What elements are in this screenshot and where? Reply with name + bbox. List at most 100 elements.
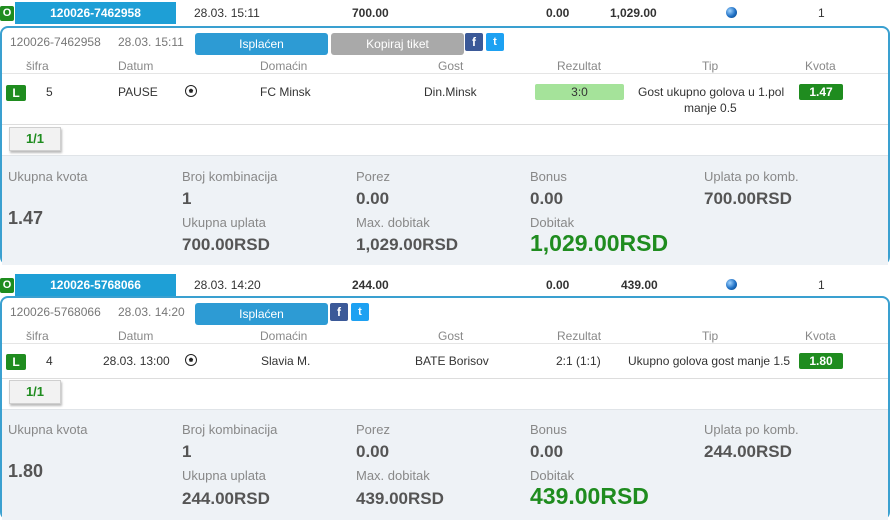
bonus-value: 0.00 <box>530 442 564 461</box>
match-away: BATE Borisov <box>415 354 489 368</box>
win-value: 439.00RSD <box>530 483 649 509</box>
col-date: Datum <box>118 59 154 73</box>
twitter-icon[interactable]: t <box>486 33 504 51</box>
max-win-value: 439.00RSD <box>356 489 444 508</box>
detail-header: 120026-7462958 28.03. 15:11 Isplaćen Kop… <box>2 28 888 58</box>
soccer-ball-icon <box>185 85 197 97</box>
paid-button[interactable]: Isplaćen <box>195 303 328 325</box>
pagination-indicator[interactable]: 1/1 <box>9 127 61 151</box>
total-stake-label: Ukupna uplata <box>182 468 266 483</box>
globe-icon <box>726 7 737 18</box>
max-win-label: Max. dobitak <box>356 468 430 483</box>
ticket-zero-value: 0.00 <box>546 278 570 292</box>
live-badge: L <box>6 354 26 370</box>
combos-value: 1 <box>182 442 192 461</box>
detail-ticket-id: 120026-7462958 <box>10 35 101 49</box>
detail-datetime: 28.03. 14:20 <box>118 305 185 319</box>
ticket-2: O 120026-5768066 28.03. 14:20 244.00 0.0… <box>0 272 890 520</box>
tax-label: Porez <box>356 422 390 437</box>
col-home: Domaćin <box>260 329 308 343</box>
match-columns-header: šifra Datum Domaćin Gost Rezultat Tip Kv… <box>2 328 888 344</box>
ticket-win: 1,029.00 <box>610 6 657 20</box>
ticket-count: 1 <box>818 278 825 292</box>
status-badge: O <box>0 278 14 293</box>
live-badge: L <box>6 85 26 101</box>
ticket-zero-value: 0.00 <box>546 6 570 20</box>
ticket-win: 439.00 <box>621 278 658 292</box>
match-tip-line1: Ukupno golova gost manje 1.5 <box>628 354 791 368</box>
globe-icon <box>726 279 737 290</box>
per-combo-label: Uplata po komb. <box>704 169 799 184</box>
detail-datetime: 28.03. 15:11 <box>118 35 184 49</box>
match-date: 28.03. 13:00 <box>103 354 170 368</box>
match-home: Slavia M. <box>261 354 311 368</box>
max-win-value: 1,029.00RSD <box>356 235 459 254</box>
total-odds-label: Ukupna kvota <box>8 169 88 184</box>
tax-value: 0.00 <box>356 189 390 208</box>
detail-header: 120026-5768066 28.03. 14:20 Isplaćen f t <box>2 298 888 328</box>
total-stake-value: 700.00RSD <box>182 235 270 254</box>
col-odds: Kvota <box>805 59 836 73</box>
win-label: Dobitak <box>530 215 575 230</box>
col-home: Domaćin <box>260 59 308 73</box>
facebook-icon[interactable]: f <box>465 33 483 51</box>
col-result: Rezultat <box>557 59 602 73</box>
ticket-summary-row[interactable]: O 120026-7462958 28.03. 15:11 700.00 0.0… <box>0 0 890 26</box>
match-away: Din.Minsk <box>424 85 477 99</box>
col-odds: Kvota <box>805 329 836 343</box>
col-code: šifra <box>26 59 49 73</box>
per-combo-label: Uplata po komb. <box>704 422 799 437</box>
pagination-indicator[interactable]: 1/1 <box>9 380 61 404</box>
col-away: Gost <box>438 329 464 343</box>
combos-value: 1 <box>182 189 192 208</box>
win-value: 1,029.00RSD <box>530 230 669 256</box>
total-stake-label: Ukupna uplata <box>182 215 266 230</box>
paid-button[interactable]: Isplaćen <box>195 33 328 55</box>
ticket-id-tab[interactable]: 120026-5768066 <box>15 274 176 296</box>
detail-ticket-id: 120026-5768066 <box>10 305 101 319</box>
total-stake-value: 244.00RSD <box>182 489 270 508</box>
match-odds: 1.80 <box>799 353 843 369</box>
total-odds-label: Ukupna kvota <box>8 422 88 437</box>
facebook-icon[interactable]: f <box>330 303 348 321</box>
ticket-stake: 244.00 <box>352 278 389 292</box>
col-result: Rezultat <box>557 329 602 343</box>
tax-label: Porez <box>356 169 390 184</box>
ticket-totals: Ukupna kvota 1.47 Broj kombinacija 1 Uku… <box>2 155 888 265</box>
ticket-datetime: 28.03. 15:11 <box>194 6 260 20</box>
match-tip-line2: manje 0.5 <box>684 101 737 115</box>
soccer-ball-icon <box>185 354 197 366</box>
copy-ticket-button[interactable]: Kopiraj tiket <box>331 33 464 55</box>
col-code: šifra <box>26 329 49 343</box>
ticket-count: 1 <box>818 6 825 20</box>
ticket-detail-panel: 120026-7462958 28.03. 15:11 Isplaćen Kop… <box>0 26 890 265</box>
match-code: 5 <box>46 85 53 99</box>
col-tip: Tip <box>702 329 719 343</box>
combos-label: Broj kombinacija <box>182 169 278 184</box>
win-label: Dobitak <box>530 468 575 483</box>
match-row[interactable]: L 5 PAUSE FC Minsk Din.Minsk 3:0 Gost uk… <box>2 75 888 125</box>
ticket-datetime: 28.03. 14:20 <box>194 278 261 292</box>
combos-label: Broj kombinacija <box>182 422 278 437</box>
match-odds: 1.47 <box>799 84 843 100</box>
tax-value: 0.00 <box>356 442 390 461</box>
match-code: 4 <box>46 354 53 368</box>
bonus-value: 0.00 <box>530 189 564 208</box>
ticket-id-tab[interactable]: 120026-7462958 <box>15 2 176 24</box>
bonus-label: Bonus <box>530 422 567 437</box>
twitter-icon[interactable]: t <box>351 303 369 321</box>
match-row[interactable]: L 4 28.03. 13:00 Slavia M. BATE Borisov … <box>2 345 888 379</box>
ticket-summary-row[interactable]: O 120026-5768066 28.03. 14:20 244.00 0.0… <box>0 272 890 298</box>
per-combo-value: 700.00RSD <box>704 189 792 208</box>
max-win-label: Max. dobitak <box>356 215 430 230</box>
ticket-totals: Ukupna kvota 1.80 Broj kombinacija 1 Uku… <box>2 409 888 520</box>
match-columns-header: šifra Datum Domaćin Gost Rezultat Tip Kv… <box>2 58 888 74</box>
match-tip-line1: Gost ukupno golova u 1.pol <box>638 85 785 99</box>
match-result: 3:0 <box>535 84 624 100</box>
ticket-1: O 120026-7462958 28.03. 15:11 700.00 0.0… <box>0 0 890 265</box>
total-odds-value: 1.47 <box>8 208 44 228</box>
per-combo-value: 244.00RSD <box>704 442 792 461</box>
ticket-detail-panel: 120026-5768066 28.03. 14:20 Isplaćen f t… <box>0 296 890 520</box>
col-tip: Tip <box>702 59 719 73</box>
match-result: 2:1 (1:1) <box>556 354 601 368</box>
